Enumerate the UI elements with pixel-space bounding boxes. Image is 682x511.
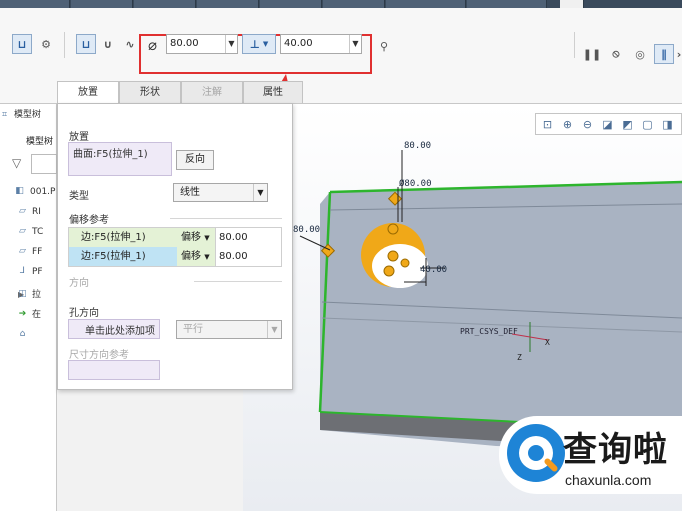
hole-direction-label: 孔方向 <box>69 308 99 319</box>
table-row[interactable]: 边:F5(拉伸_1) 偏移 ▼ 80.00 <box>69 228 281 247</box>
dimension-left[interactable]: 80.00 <box>293 225 320 235</box>
divider <box>170 218 282 219</box>
csys-label[interactable]: PRT_CSYS_DEF <box>460 327 518 336</box>
zoom-out-icon[interactable]: ⊖ <box>580 117 595 132</box>
placement-panel: 放置 曲面:F5(拉伸_1) 反向 类型 线性 ▼ 偏移参考 边:F5(拉伸_1… <box>57 103 293 390</box>
tab-notes[interactable]: 注解 <box>181 81 243 103</box>
tab-placement[interactable]: 放置 <box>57 81 119 104</box>
watermark: 查询啦 chaxunla.com <box>499 416 682 494</box>
divider <box>194 281 282 282</box>
view-toolbar: ⊡ ⊕ ⊖ ◪ ◩ ▢ ◨ <box>535 113 682 135</box>
chevron-down-icon: ▼ <box>253 184 267 201</box>
repaint-icon[interactable]: ◪ <box>600 117 615 132</box>
mode-cell[interactable]: 偏移 ▼ <box>177 228 215 247</box>
dimension-depth[interactable]: 40.00 <box>420 265 447 275</box>
saved-views-icon[interactable]: ◨ <box>660 117 675 132</box>
zoom-fit-icon[interactable]: ⊡ <box>540 117 555 132</box>
drag-handle[interactable] <box>383 265 395 277</box>
mode-cell[interactable]: 偏移 ▼ <box>177 247 215 266</box>
zoom-in-icon[interactable]: ⊕ <box>560 117 575 132</box>
watermark-url: chaxunla.com <box>565 472 652 488</box>
type-label: 类型 <box>69 191 89 202</box>
table-row[interactable]: 边:F5(拉伸_1) 偏移 ▼ 80.00 <box>69 247 281 266</box>
chevron-down-icon: ▼ <box>267 321 281 338</box>
ref-cell[interactable]: 边:F5(拉伸_1) <box>69 247 177 266</box>
value-cell[interactable]: 80.00 <box>215 228 281 247</box>
tab-shape[interactable]: 形状 <box>119 81 181 103</box>
offset-refs-label: 偏移参考 <box>69 215 109 226</box>
dim-ref-label: 尺寸方向参考 <box>69 350 129 361</box>
dim-ref-collector[interactable] <box>68 360 160 380</box>
parallel-select[interactable]: 平行 ▼ <box>176 320 282 339</box>
dimension-diameter[interactable]: Ø80.00 <box>399 178 432 189</box>
add-item-collector[interactable]: 单击此处添加项 <box>68 319 160 339</box>
direction-label: 方向 <box>69 278 89 289</box>
value-cell[interactable]: 80.00 <box>215 247 281 266</box>
offset-refs-table: 边:F5(拉伸_1) 偏移 ▼ 80.00 边:F5(拉伸_1) 偏移 ▼ 80… <box>68 227 282 267</box>
csys-x-label: X <box>545 338 550 347</box>
type-select[interactable]: 线性 ▼ <box>173 183 268 202</box>
display-style-icon[interactable]: ▢ <box>640 117 655 132</box>
csys-z-label: Z <box>517 353 522 362</box>
view-orient-icon[interactable]: ◩ <box>620 117 635 132</box>
placement-label: 放置 <box>69 132 89 143</box>
placement-collector[interactable]: 曲面:F5(拉伸_1) <box>68 142 172 176</box>
placement-value: 曲面:F5(拉伸_1) <box>73 149 148 160</box>
chevron-down-icon: ▼ <box>204 234 210 242</box>
search-logo-icon <box>507 424 565 482</box>
drag-handle[interactable] <box>387 250 399 262</box>
chevron-down-icon: ▼ <box>204 253 210 261</box>
ref-cell[interactable]: 边:F5(拉伸_1) <box>69 228 177 247</box>
drag-handle[interactable] <box>400 258 410 268</box>
part-surface[interactable] <box>320 182 682 452</box>
panel-tab-bar: 放置 形状 注解 属性 <box>57 81 303 104</box>
watermark-title: 查询啦 <box>563 430 668 470</box>
tab-properties[interactable]: 属性 <box>243 81 303 103</box>
drag-handle[interactable] <box>387 223 399 235</box>
flip-button[interactable]: 反向 <box>176 150 214 170</box>
dimension-top[interactable]: 80.00 <box>404 141 431 151</box>
